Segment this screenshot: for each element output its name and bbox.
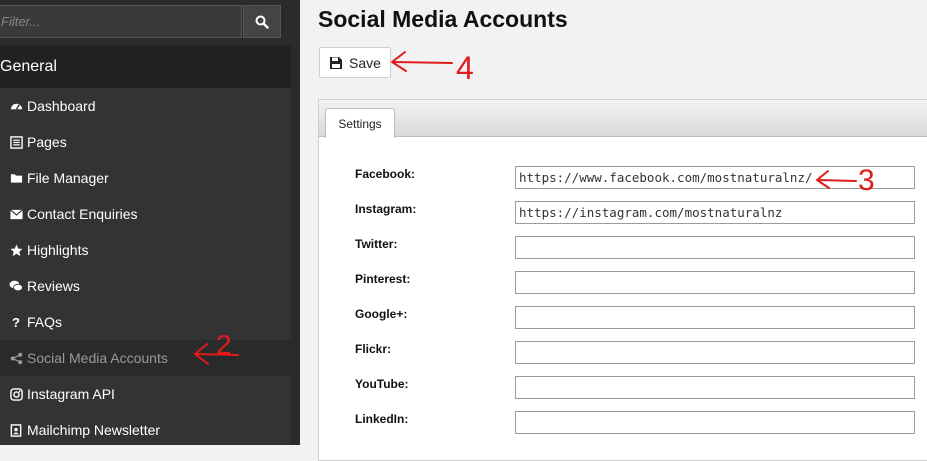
sidebar-item-label: File Manager (27, 170, 109, 186)
sidebar-item-label: Dashboard (27, 98, 96, 114)
main-content: Social Media Accounts Save Settings Face… (300, 0, 927, 461)
google-plus-label: Google+: (355, 307, 408, 321)
field-row-youtube: YouTube: (319, 376, 927, 400)
field-row-twitter: Twitter: (319, 236, 927, 260)
filter-input[interactable] (0, 5, 242, 38)
sidebar-item-pages[interactable]: Pages (0, 124, 291, 160)
flickr-input[interactable] (515, 341, 915, 364)
twitter-input[interactable] (515, 236, 915, 259)
sidebar-item-faqs[interactable]: ? FAQs (0, 304, 291, 340)
field-row-google-plus: Google+: (319, 306, 927, 330)
search-icon (255, 15, 269, 29)
question-icon: ? (12, 314, 20, 330)
comments-icon (9, 279, 23, 293)
field-row-flickr: Flickr: (319, 341, 927, 365)
field-row-instagram: Instagram: (319, 201, 927, 225)
sidebar-item-dashboard[interactable]: Dashboard (0, 88, 291, 124)
sidebar-item-label: Pages (27, 134, 67, 150)
sidebar-nav: Dashboard Pages File Manager Contact Enq… (0, 88, 291, 448)
linkedin-label: LinkedIn: (355, 412, 409, 426)
sidebar-item-label: FAQs (27, 314, 63, 330)
tab-bar: Settings (319, 100, 927, 138)
sidebar-item-social-media-accounts[interactable]: Social Media Accounts (0, 340, 291, 376)
list-icon (9, 135, 23, 149)
field-row-linkedin: LinkedIn: (319, 411, 927, 435)
pinterest-label: Pinterest: (355, 272, 411, 286)
sidebar-item-label: Contact Enquiries (27, 206, 138, 222)
star-icon (9, 243, 23, 257)
pinterest-input[interactable] (515, 271, 915, 294)
sidebar-item-label: Mailchimp Newsletter (27, 422, 161, 438)
instagram-label: Instagram: (355, 202, 417, 216)
sidebar-item-label: Highlights (27, 242, 89, 258)
page-title: Social Media Accounts (318, 6, 568, 32)
sidebar-item-highlights[interactable]: Highlights (0, 232, 291, 268)
newsletter-icon (9, 423, 23, 437)
envelope-icon (9, 207, 23, 221)
facebook-input[interactable] (515, 166, 915, 189)
dashboard-icon (9, 99, 23, 113)
sidebar-section-general[interactable]: General (0, 46, 291, 88)
folder-icon (9, 171, 23, 185)
sidebar-item-mailchimp-newsletter[interactable]: Mailchimp Newsletter (0, 412, 291, 448)
sidebar-item-file-manager[interactable]: File Manager (0, 160, 291, 196)
youtube-label: YouTube: (355, 377, 409, 391)
instagram-input[interactable] (515, 201, 915, 224)
sidebar: General Dashboard Pages File Manager Con… (0, 0, 300, 445)
google-plus-input[interactable] (515, 306, 915, 329)
sidebar-item-instagram-api[interactable]: Instagram API (0, 376, 291, 412)
facebook-label: Facebook: (355, 167, 416, 181)
instagram-icon (9, 387, 23, 401)
field-row-pinterest: Pinterest: (319, 271, 927, 295)
linkedin-input[interactable] (515, 411, 915, 434)
save-button-label: Save (349, 54, 381, 71)
sidebar-scrollbar[interactable] (291, 46, 300, 445)
sidebar-item-label: Instagram API (27, 386, 115, 402)
save-button[interactable]: Save (319, 47, 391, 78)
save-icon (330, 56, 343, 69)
sidebar-item-reviews[interactable]: Reviews (0, 268, 291, 304)
twitter-label: Twitter: (355, 237, 398, 251)
tab-settings[interactable]: Settings (325, 108, 395, 138)
sidebar-item-contact-enquiries[interactable]: Contact Enquiries (0, 196, 291, 232)
filter-bar (0, 0, 300, 46)
share-icon (9, 351, 23, 365)
settings-panel: Settings Facebook: Instagram: Twitter: P… (318, 99, 927, 461)
flickr-label: Flickr: (355, 342, 392, 356)
youtube-input[interactable] (515, 376, 915, 399)
field-row-facebook: Facebook: (319, 166, 927, 190)
search-button[interactable] (243, 5, 281, 38)
sidebar-item-label: Social Media Accounts (27, 350, 168, 366)
sidebar-item-label: Reviews (27, 278, 80, 294)
